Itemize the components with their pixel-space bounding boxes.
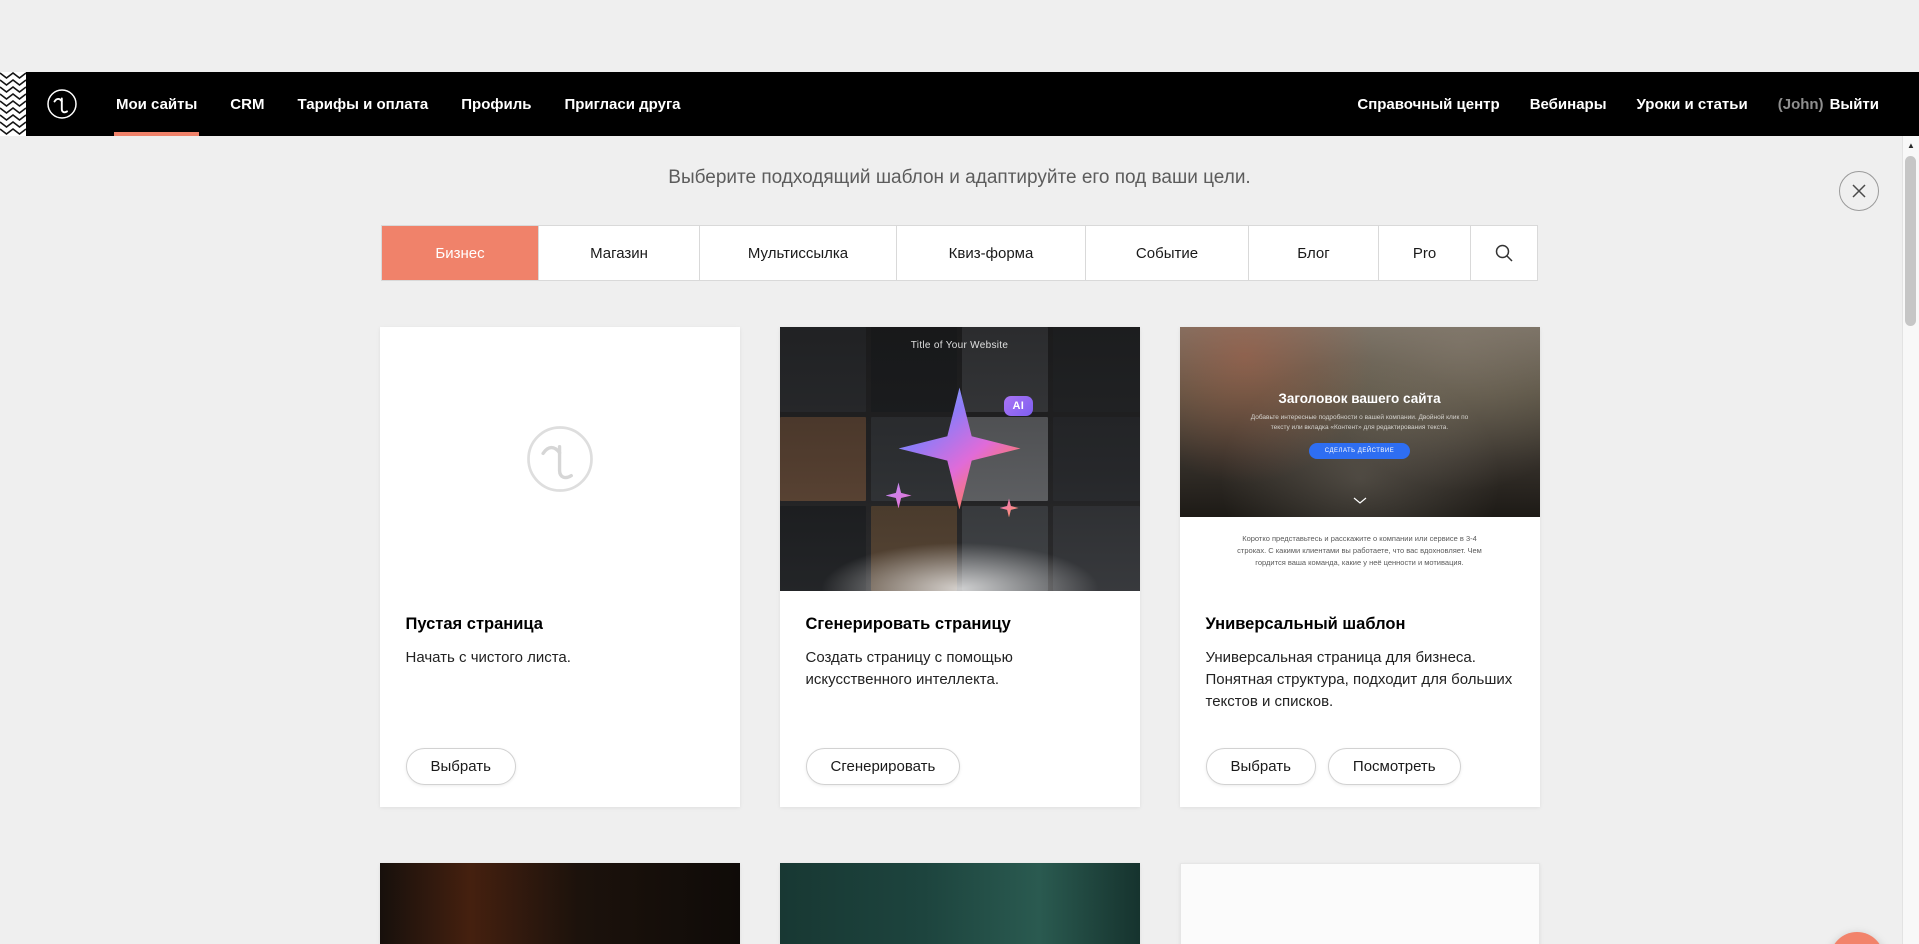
preview-universal-button[interactable]: Посмотреть [1328, 748, 1461, 785]
nav-tariffs-and-payment[interactable]: Тарифы и оплата [297, 72, 428, 136]
generate-page-button[interactable]: Сгенерировать [806, 748, 961, 785]
template-card-universal: Заголовок вашего сайта Добавьте интересн… [1180, 327, 1540, 807]
nav-logout[interactable]: (John) Выйти [1778, 72, 1879, 136]
close-icon [1851, 183, 1867, 199]
scrollbar[interactable]: ▲ ▼ [1902, 136, 1919, 944]
template-search-button[interactable] [1471, 226, 1537, 280]
new-page-dialog: Новая страница Выберите подходящий шабло… [0, 72, 1919, 944]
nav-my-sites[interactable]: Мои сайты [116, 72, 197, 136]
tab-quiz-form[interactable]: Квиз-форма [897, 226, 1086, 280]
nav-webinars[interactable]: Вебинары [1530, 72, 1607, 136]
ai-badge: AI [1004, 396, 1034, 416]
choose-universal-button[interactable]: Выбрать [1206, 748, 1316, 785]
topbar: Мои сайты CRM Тарифы и оплата Профиль Пр… [0, 72, 1919, 136]
template-hero-title: Заголовок вашего сайта [1278, 391, 1440, 406]
card-actions: Сгенерировать [806, 748, 1114, 785]
tab-store[interactable]: Магазин [539, 226, 700, 280]
page-subtitle: Выберите подходящий шаблон и адаптируйте… [0, 167, 1919, 189]
nav-profile[interactable]: Профиль [461, 72, 531, 136]
logout-label: Выйти [1830, 96, 1879, 113]
blank-template-preview[interactable] [380, 327, 740, 591]
nav-invite-friend[interactable]: Пригласи друга [564, 72, 680, 136]
choose-blank-button[interactable]: Выбрать [406, 748, 516, 785]
card-title: Сгенерировать страницу [806, 615, 1114, 634]
card-description: Создать страницу с помощью искусственног… [806, 647, 1114, 691]
card-description: Универсальная страница для бизнеса. Поня… [1206, 647, 1514, 712]
universal-template-preview[interactable]: Заголовок вашего сайта Добавьте интересн… [1180, 327, 1540, 591]
main-nav: Мои сайты CRM Тарифы и оплата Профиль Пр… [116, 72, 681, 136]
template-body-section: Коротко представьтесь и расскажите о ком… [1180, 517, 1540, 591]
user-name: (John) [1778, 96, 1824, 113]
template-card-partial[interactable] [1180, 863, 1540, 944]
nav-tutorials[interactable]: Уроки и статьи [1637, 72, 1748, 136]
card-actions: Выбрать [406, 748, 714, 785]
template-body-text: Коротко представьтесь и расскажите о ком… [1230, 533, 1489, 591]
tab-multilink[interactable]: Мультиссылка [700, 226, 897, 280]
close-button[interactable] [1839, 171, 1879, 211]
tab-blog[interactable]: Блог [1249, 226, 1379, 280]
card-title: Пустая страница [406, 615, 714, 634]
search-icon [1494, 243, 1514, 263]
ai-template-preview[interactable]: Title of Your Website AI [780, 327, 1140, 591]
tilda-watermark-icon [515, 414, 605, 504]
scrollbar-up-arrow[interactable]: ▲ [1903, 136, 1919, 154]
template-card-partial[interactable] [380, 863, 740, 944]
topbar-right-nav: Справочный центр Вебинары Уроки и статьи… [1357, 72, 1919, 136]
glow-effect [780, 501, 1140, 591]
preview-site-title: Title of Your Website [780, 340, 1140, 351]
card-body: Сгенерировать страницу Создать страницу … [780, 591, 1140, 807]
template-grid: Пустая страница Начать с чистого листа. … [380, 327, 1540, 944]
nav-crm[interactable]: CRM [230, 72, 264, 136]
tab-event[interactable]: Событие [1086, 226, 1249, 280]
card-title: Универсальный шаблон [1206, 615, 1514, 634]
tab-business[interactable]: Бизнес [382, 226, 539, 280]
card-body: Пустая страница Начать с чистого листа. … [380, 591, 740, 807]
nav-help-center[interactable]: Справочный центр [1357, 72, 1499, 136]
tab-pro[interactable]: Pro [1379, 226, 1471, 280]
chevron-down-icon [1353, 491, 1367, 509]
template-card-blank: Пустая страница Начать с чистого листа. … [380, 327, 740, 807]
template-hero-button: Сделать действие [1309, 443, 1411, 459]
template-hero-subtitle: Добавьте интересные подробности о вашей … [1241, 413, 1479, 433]
template-card-partial[interactable] [780, 863, 1140, 944]
template-hero-section: Заголовок вашего сайта Добавьте интересн… [1180, 327, 1540, 517]
scrollbar-thumb[interactable] [1905, 156, 1916, 326]
card-actions: Выбрать Посмотреть [1206, 748, 1514, 785]
tilda-logo[interactable] [42, 84, 82, 124]
template-category-tabs: Бизнес Магазин Мультиссылка Квиз-форма С… [381, 225, 1538, 281]
zigzag-pattern [0, 72, 26, 136]
card-description: Начать с чистого листа. [406, 647, 714, 669]
card-body: Универсальный шаблон Универсальная стран… [1180, 591, 1540, 807]
template-card-ai: Title of Your Website AI Сгенерировать с… [780, 327, 1140, 807]
